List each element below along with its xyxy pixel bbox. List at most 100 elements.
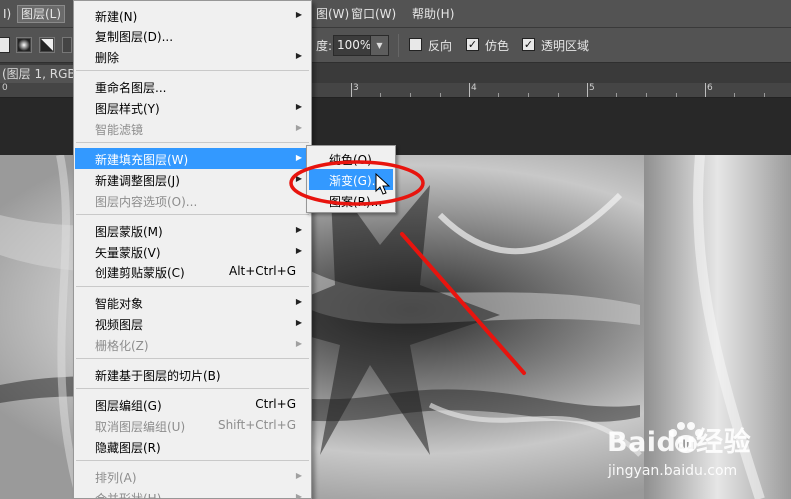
layer-menu: 新建(N) ▶ 复制图层(D)... 删除 ▶ 重命名图层... 图层样式(Y) ▶ … [73,0,312,499]
ruler-tick [528,93,529,97]
menu-item-label: 新建填充图层(W) [95,153,189,167]
ruler-tick [646,93,647,97]
menu-item-new-fill-layer[interactable]: 新建填充图层(W) ▶ [75,148,310,169]
triangle-right-icon: ▶ [295,10,302,19]
menu-separator [76,142,309,143]
ruler-label: 5 [589,83,595,93]
menu-item-new[interactable]: 新建(N) ▶ [75,5,310,26]
opacity-field[interactable]: 100% ▼ [333,35,389,56]
ruler-tick [676,93,677,97]
ruler-label: 4 [471,83,477,93]
menubar-item-window[interactable]: 窗口(W) [348,5,399,23]
transparency-checkbox[interactable]: ✓ [522,38,535,51]
menu-item-label: 图层蒙版(M) [95,225,163,239]
menu-item-delete[interactable]: 删除 ▶ [75,46,310,67]
menu-item-label: 删除 [95,51,120,65]
ruler-tick [764,93,765,97]
ruler-tick [380,93,381,97]
radial-gradient-icon [18,39,30,51]
ruler-label: 6 [707,83,713,93]
menu-item-layer-content-options[interactable]: 图层内容选项(O)... [75,190,310,211]
dither-checkbox[interactable]: ✓ [466,38,479,51]
menu-item-label: 图层编组(G) [95,399,162,413]
menu-item-combine-shapes[interactable]: 合并形状(H) ▶ [75,487,310,499]
menu-item-label: 智能滤镜 [95,123,144,137]
options-separator [398,34,399,57]
ruler-tick [469,83,470,97]
gradient-angle-button[interactable] [39,37,55,53]
menu-item-vector-mask[interactable]: 矢量蒙版(V) ▶ [75,241,310,262]
menu-item-video-layer[interactable]: 视频图层 ▶ [75,313,310,334]
triangle-right-icon: ▶ [295,225,302,234]
menu-item-group-layers[interactable]: 图层编组(G) Ctrl+G [75,394,310,415]
ruler-label: 0 [2,83,8,93]
menu-item-label: 栅格化(Z) [95,339,149,353]
menu-item-smart-filter[interactable]: 智能滤镜 ▶ [75,118,310,139]
menu-item-layer-style[interactable]: 图层样式(Y) ▶ [75,97,310,118]
menu-item-smart-object[interactable]: 智能对象 ▶ [75,292,310,313]
reverse-checkbox[interactable] [409,38,422,51]
menu-item-label: 复制图层(D)... [95,30,174,44]
menu-item-layer-mask[interactable]: 图层蒙版(M) ▶ [75,220,310,241]
menu-item-label: 新建(N) [95,10,138,24]
reverse-label: 反向 [428,39,453,53]
menu-item-label: 智能对象 [95,297,144,311]
ruler-tick [558,93,559,97]
menubar-item-partial[interactable]: I) [0,5,14,23]
triangle-right-icon: ▶ [295,153,302,162]
ruler-tick [440,93,441,97]
menubar-item-help[interactable]: 帮助(H) [409,5,457,23]
angle-gradient-icon [41,39,53,51]
fill-layer-submenu: 纯色(O)... 渐变(G)... 图案(R)... [306,145,396,213]
menu-item-hide-layers[interactable]: 隐藏图层(R) [75,436,310,457]
ruler-tick [616,93,617,97]
ruler-tick [351,83,352,97]
dither-label: 仿色 [485,39,510,53]
ruler-tick [498,93,499,97]
menu-item-rasterize[interactable]: 栅格化(Z) ▶ [75,334,310,355]
submenu-item-pattern[interactable]: 图案(R)... [309,190,393,211]
menu-item-label: 新建基于图层的切片(B) [95,369,221,383]
opacity-label: 度: [316,39,333,53]
menu-item-rename-layer[interactable]: 重命名图层... [75,76,310,97]
menu-item-create-clipping-mask[interactable]: 创建剪贴蒙版(C) Alt+Ctrl+G [75,261,310,282]
menu-separator [76,70,309,71]
menu-separator [76,460,309,461]
chevron-down-icon[interactable]: ▼ [370,36,388,55]
triangle-right-icon: ▶ [295,51,302,60]
submenu-item-label: 纯色(O)... [329,153,384,167]
submenu-item-label: 图案(R)... [329,195,383,209]
triangle-right-icon: ▶ [295,492,302,499]
menu-item-label: 图层内容选项(O)... [95,195,198,209]
triangle-right-icon: ▶ [295,174,302,183]
gradient-reflected-button[interactable] [62,37,72,53]
gradient-linear-button[interactable] [0,37,10,53]
triangle-right-icon: ▶ [295,246,302,255]
triangle-right-icon: ▶ [295,339,302,348]
submenu-item-solid-color[interactable]: 纯色(O)... [309,148,393,169]
menu-item-new-adjustment-layer[interactable]: 新建调整图层(J) ▶ [75,169,310,190]
menu-item-shortcut: Ctrl+G [255,397,296,411]
menu-item-ungroup-layers[interactable]: 取消图层编组(U) Shift+Ctrl+G [75,415,310,436]
opacity-value: 100% [337,38,372,52]
menu-separator [76,358,309,359]
menu-item-arrange[interactable]: 排列(A) ▶ [75,466,310,487]
menu-item-label: 重命名图层... [95,81,167,95]
transparency-label: 透明区域 [541,39,590,53]
gradient-radial-button[interactable] [16,37,32,53]
menubar-item-view[interactable]: 图(W) [313,5,352,23]
menu-item-label: 排列(A) [95,471,137,485]
submenu-item-label: 渐变(G)... [329,174,384,188]
menu-item-duplicate-layer[interactable]: 复制图层(D)... [75,25,310,46]
triangle-right-icon: ▶ [295,297,302,306]
submenu-item-gradient[interactable]: 渐变(G)... [309,169,393,190]
menu-item-label: 取消图层编组(U) [95,420,186,434]
triangle-right-icon: ▶ [295,102,302,111]
menubar-item-layer[interactable]: 图层(L) [17,5,66,23]
triangle-right-icon: ▶ [295,471,302,480]
menu-item-new-layer-based-slice[interactable]: 新建基于图层的切片(B) [75,364,310,385]
ruler-tick [705,83,706,97]
menu-item-label: 创建剪贴蒙版(C) [95,266,185,280]
menu-item-label: 图层样式(Y) [95,102,160,116]
menu-item-label: 隐藏图层(R) [95,441,161,455]
